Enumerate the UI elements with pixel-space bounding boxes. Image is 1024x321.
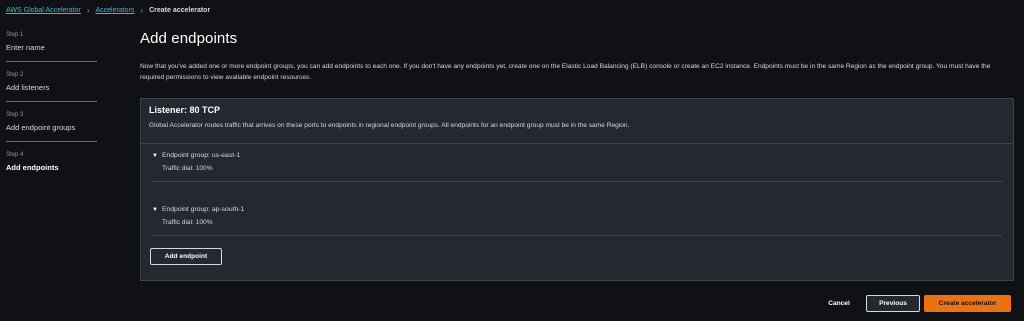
divider	[141, 143, 1013, 144]
step-name-current: Add endpoints	[6, 163, 59, 172]
listener-panel: Listener: 80 TCP Global Accelerator rout…	[140, 98, 1014, 281]
step-name[interactable]: Add listeners	[6, 83, 49, 92]
chevron-right-icon: ›	[86, 5, 90, 15]
step-1[interactable]: Step 1 Enter name	[6, 30, 98, 70]
add-endpoint-button[interactable]: Add endpoint	[150, 248, 222, 265]
breadcrumb: AWS Global Accelerator › Accelerators › …	[6, 5, 210, 15]
step-4: Step 4 Add endpoints	[6, 150, 98, 190]
traffic-dial: Traffic dial: 100%	[162, 165, 213, 172]
breadcrumb-current: Create accelerator	[149, 6, 211, 14]
endpoint-group-label: Endpoint group: ap-south-1	[161, 206, 245, 213]
breadcrumb-link-accelerators[interactable]: Accelerators	[96, 7, 135, 14]
endpoint-group-label: Endpoint group: us-east-1	[161, 152, 241, 159]
breadcrumb-link-global-accelerator[interactable]: AWS Global Accelerator	[6, 7, 81, 14]
step-name[interactable]: Add endpoint groups	[6, 123, 75, 132]
endpoint-group-toggle[interactable]: ▼ Endpoint group: us-east-1	[152, 152, 1002, 159]
step-number: Step 2	[6, 72, 24, 78]
step-2[interactable]: Step 2 Add listeners	[6, 70, 98, 110]
divider	[6, 141, 97, 142]
step-3[interactable]: Step 3 Add endpoint groups	[6, 110, 98, 150]
listener-header: Listener: 80 TCP Global Accelerator rout…	[149, 105, 629, 129]
listener-description: Global Accelerator routes traffic that a…	[149, 122, 630, 129]
step-number: Step 1	[6, 32, 24, 38]
main-content: Add endpoints Now that you've added one …	[140, 30, 1014, 281]
page-title: Add endpoints	[140, 30, 238, 47]
divider	[6, 101, 97, 102]
wizard-steps: Step 1 Enter name Step 2 Add listeners S…	[6, 30, 98, 190]
step-name[interactable]: Enter name	[6, 43, 45, 52]
endpoint-group-us-east-1: ▼ Endpoint group: us-east-1 Traffic dial…	[152, 152, 1002, 182]
caret-down-icon: ▼	[152, 152, 158, 159]
listener-title: Listener: 80 TCP	[149, 105, 221, 115]
previous-button[interactable]: Previous	[866, 295, 920, 312]
create-accelerator-button[interactable]: Create accelerator	[924, 295, 1011, 312]
traffic-dial: Traffic dial: 100%	[162, 219, 213, 226]
chevron-right-icon: ›	[140, 5, 144, 15]
caret-down-icon: ▼	[152, 206, 158, 213]
page-description: Now that you've added one or more endpoi…	[140, 63, 991, 81]
step-number: Step 3	[6, 112, 24, 118]
cancel-button[interactable]: Cancel	[816, 295, 862, 312]
divider	[152, 235, 1002, 236]
divider	[6, 61, 97, 62]
divider	[152, 181, 1002, 182]
step-number: Step 4	[6, 152, 24, 158]
endpoint-group-toggle[interactable]: ▼ Endpoint group: ap-south-1	[152, 206, 1002, 213]
endpoint-group-ap-south-1: ▼ Endpoint group: ap-south-1 Traffic dia…	[152, 206, 1002, 236]
